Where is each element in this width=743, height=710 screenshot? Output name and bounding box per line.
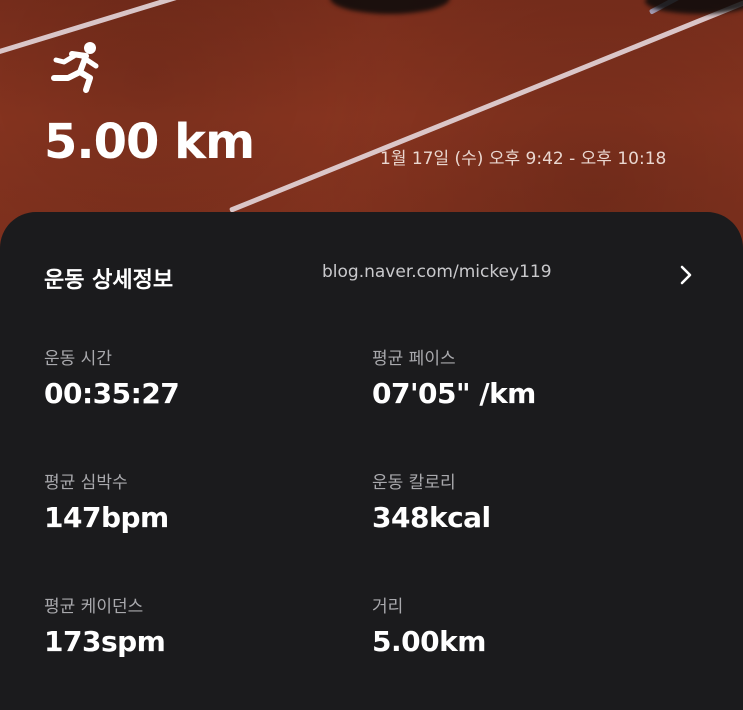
stat-value: 173spm bbox=[44, 625, 166, 658]
stat-value: 348kcal bbox=[372, 501, 491, 534]
stat-workout-time: 운동 시간 00:35:27 bbox=[44, 344, 344, 410]
workout-time-range: 1월 17일 (수) 오후 9:42 - 오후 10:18 bbox=[380, 149, 667, 169]
stat-value: 5.00km bbox=[372, 625, 486, 658]
stat-distance: 거리 5.00km bbox=[372, 592, 672, 658]
stat-label: 평균 심박수 bbox=[44, 473, 128, 493]
stat-average-pace: 평균 페이스 07'05" /km bbox=[372, 344, 672, 410]
stat-label: 평균 페이스 bbox=[372, 349, 456, 369]
stat-label: 거리 bbox=[372, 597, 404, 617]
stat-value: 00:35:27 bbox=[44, 377, 180, 410]
stat-average-heart-rate: 평균 심박수 147bpm bbox=[44, 468, 344, 534]
total-distance: 5.00 km bbox=[44, 114, 255, 170]
details-title: 운동 상세정보 bbox=[44, 268, 174, 293]
blog-watermark: blog.naver.com/mickey119 bbox=[322, 262, 552, 282]
stat-label: 운동 칼로리 bbox=[372, 473, 456, 493]
workout-details-card: 운동 상세정보 blog.naver.com/mickey119 운동 시간 0… bbox=[0, 212, 743, 710]
stat-calories: 운동 칼로리 348kcal bbox=[372, 468, 672, 534]
stat-value: 07'05" /km bbox=[372, 377, 536, 410]
stat-average-cadence: 평균 케이던스 173spm bbox=[44, 592, 344, 658]
details-header[interactable]: 운동 상세정보 blog.naver.com/mickey119 bbox=[44, 262, 699, 294]
chevron-right-icon[interactable] bbox=[679, 264, 693, 286]
running-person-icon bbox=[51, 42, 99, 93]
stat-label: 평균 케이던스 bbox=[44, 597, 144, 617]
stat-value: 147bpm bbox=[44, 501, 169, 534]
workout-summary-screen: 5.00 km 1월 17일 (수) 오후 9:42 - 오후 10:18 운동… bbox=[0, 0, 743, 710]
stat-label: 운동 시간 bbox=[44, 349, 112, 369]
